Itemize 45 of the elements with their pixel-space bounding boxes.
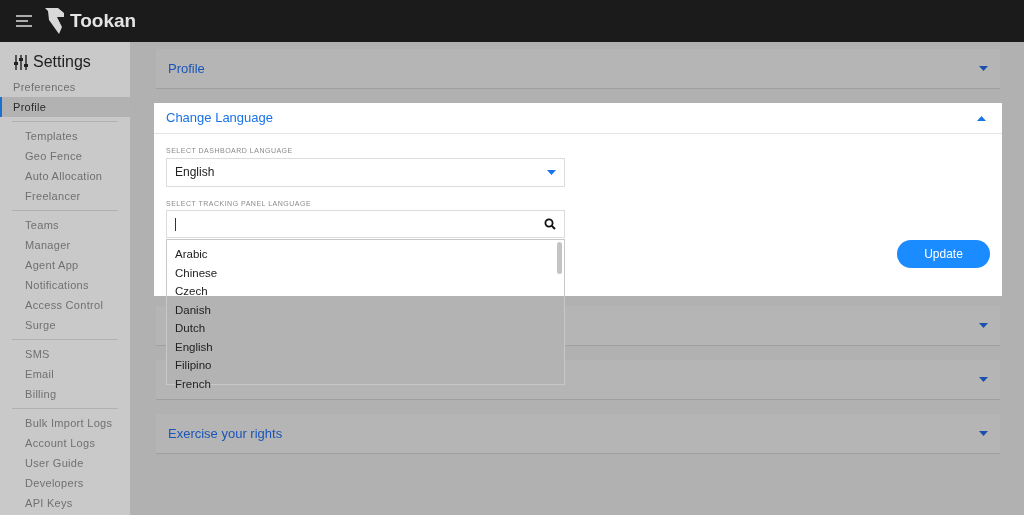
sidebar-item[interactable]: Preferences bbox=[0, 77, 130, 97]
card-title[interactable]: Change Language bbox=[166, 108, 273, 128]
search-field[interactable] bbox=[166, 210, 565, 238]
language-option[interactable]: Arabic bbox=[167, 245, 552, 264]
sidebar-item[interactable]: Manager bbox=[12, 235, 118, 255]
sidebar-item[interactable]: Notifications bbox=[12, 275, 118, 295]
sidebar-item[interactable]: Bulk Import Logs bbox=[12, 413, 118, 433]
sidebar-title: Settings bbox=[33, 52, 91, 72]
sidebar-item[interactable]: Templates bbox=[12, 126, 118, 146]
caret-icon bbox=[547, 169, 556, 175]
sidebar-item[interactable]: User Guide bbox=[12, 453, 118, 473]
language-option[interactable]: Chinese bbox=[167, 263, 552, 282]
scrollbar-thumb bbox=[557, 242, 562, 274]
sidebar-item[interactable]: API Keys bbox=[12, 493, 118, 513]
accordion-card[interactable]: Exercise your rights bbox=[156, 414, 1000, 454]
sidebar-item[interactable]: Account Logs bbox=[12, 433, 118, 453]
sidebar-item[interactable]: Surge bbox=[12, 315, 118, 335]
sidebar-item[interactable]: Agent App bbox=[12, 255, 118, 275]
app-name: Tookan bbox=[70, 8, 137, 33]
language-option[interactable]: Czech bbox=[167, 282, 552, 301]
sidebar-item[interactable]: Freelancer bbox=[12, 186, 118, 206]
sidebar-item[interactable]: Geo Fence bbox=[12, 146, 118, 166]
language-select[interactable]: English bbox=[166, 157, 565, 187]
sidebar-item[interactable]: SMS bbox=[12, 344, 118, 364]
update-button[interactable]: Update bbox=[897, 240, 990, 268]
language-option[interactable]: Danish bbox=[167, 300, 552, 319]
logo-icon bbox=[44, 7, 66, 35]
accordion-card[interactable]: Profile bbox=[156, 49, 1000, 89]
card-title: Exercise your rights bbox=[168, 424, 283, 443]
sidebar-item[interactable]: Profile bbox=[0, 97, 130, 117]
sidebar-item[interactable]: Auto Allocation bbox=[12, 166, 118, 186]
language-option[interactable]: French bbox=[167, 374, 552, 393]
text-cursor bbox=[175, 217, 176, 231]
language-option[interactable]: Filipino bbox=[167, 356, 552, 375]
sidebar-item[interactable]: Access Control bbox=[12, 295, 118, 315]
sidebar-item[interactable]: Developers bbox=[12, 473, 118, 493]
menu-icon[interactable] bbox=[16, 15, 32, 27]
sidebar-item[interactable]: Email bbox=[12, 364, 118, 384]
language-option[interactable]: Dutch bbox=[167, 319, 552, 338]
sidebar-item[interactable]: Billing bbox=[12, 384, 118, 404]
language-option[interactable]: English bbox=[167, 337, 552, 356]
sliders-icon bbox=[13, 54, 29, 70]
search-icon bbox=[544, 218, 556, 230]
card-title: Profile bbox=[168, 59, 205, 78]
sidebar-item[interactable]: Teams bbox=[12, 215, 118, 235]
